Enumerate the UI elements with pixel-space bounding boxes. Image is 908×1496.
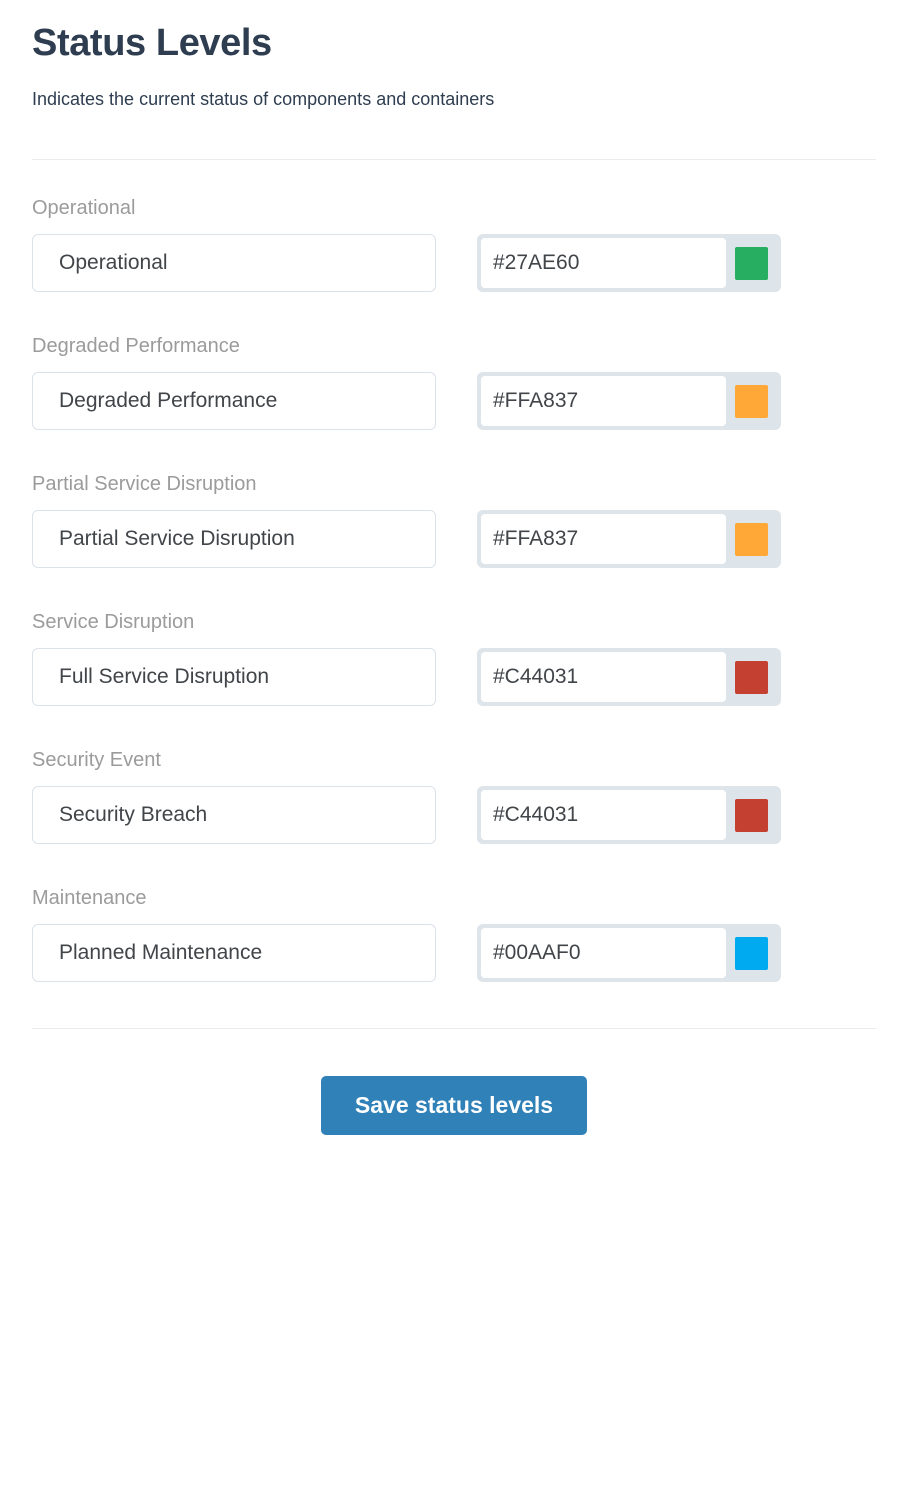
color-swatch-icon [735, 523, 768, 556]
status-level-color-input[interactable] [481, 790, 726, 840]
status-level-name-input[interactable] [32, 372, 436, 430]
status-level-color-group [477, 510, 781, 568]
color-swatch-icon [735, 799, 768, 832]
status-level-name-input[interactable] [32, 234, 436, 292]
status-level-fields [32, 510, 876, 568]
status-level-color-group [477, 234, 781, 292]
color-swatch-button[interactable] [726, 514, 777, 564]
status-level-row: Degraded Performance [32, 334, 876, 430]
status-levels-list: Operational Degraded Performance Partial S… [32, 160, 876, 982]
status-level-color-input[interactable] [481, 514, 726, 564]
color-swatch-icon [735, 385, 768, 418]
status-level-color-group [477, 372, 781, 430]
color-swatch-icon [735, 937, 768, 970]
save-status-levels-button[interactable]: Save status levels [321, 1076, 587, 1135]
status-level-label: Security Event [32, 748, 876, 786]
status-level-row: Security Event [32, 748, 876, 844]
status-level-fields [32, 372, 876, 430]
status-level-row: Operational [32, 196, 876, 292]
status-level-name-input[interactable] [32, 924, 436, 982]
status-level-color-group [477, 924, 781, 982]
color-swatch-button[interactable] [726, 376, 777, 426]
status-level-label: Operational [32, 196, 876, 234]
color-swatch-icon [735, 247, 768, 280]
status-level-label: Service Disruption [32, 610, 876, 648]
status-level-color-input[interactable] [481, 238, 726, 288]
color-swatch-icon [735, 661, 768, 694]
page-header: Status Levels Indicates the current stat… [32, 0, 876, 160]
status-levels-page: Status Levels Indicates the current stat… [0, 0, 908, 1496]
status-level-fields [32, 786, 876, 844]
status-level-label: Degraded Performance [32, 334, 876, 372]
color-swatch-button[interactable] [726, 238, 777, 288]
status-level-color-input[interactable] [481, 652, 726, 702]
status-level-fields [32, 648, 876, 706]
status-level-label: Partial Service Disruption [32, 472, 876, 510]
status-level-name-input[interactable] [32, 510, 436, 568]
footer-actions: Save status levels [32, 1029, 876, 1135]
status-level-color-group [477, 786, 781, 844]
color-swatch-button[interactable] [726, 790, 777, 840]
status-level-fields [32, 924, 876, 982]
status-level-row: Maintenance [32, 886, 876, 982]
color-swatch-button[interactable] [726, 652, 777, 702]
status-level-name-input[interactable] [32, 786, 436, 844]
status-level-color-input[interactable] [481, 376, 726, 426]
status-level-fields [32, 234, 876, 292]
status-level-row: Service Disruption [32, 610, 876, 706]
page-subtitle: Indicates the current status of componen… [32, 66, 876, 111]
status-level-name-input[interactable] [32, 648, 436, 706]
status-level-color-group [477, 648, 781, 706]
status-level-label: Maintenance [32, 886, 876, 924]
status-level-row: Partial Service Disruption [32, 472, 876, 568]
color-swatch-button[interactable] [726, 928, 777, 978]
status-level-color-input[interactable] [481, 928, 726, 978]
page-title: Status Levels [32, 22, 876, 66]
